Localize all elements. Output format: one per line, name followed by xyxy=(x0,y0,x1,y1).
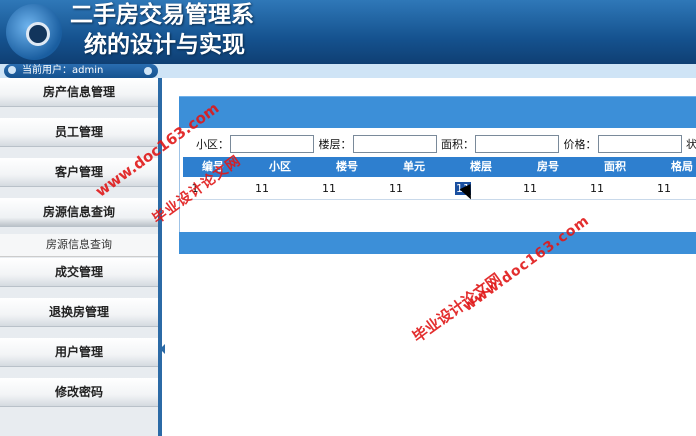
price-input[interactable] xyxy=(597,135,682,153)
col-header[interactable]: 楼层 xyxy=(451,157,511,177)
table-cell: 1 xyxy=(191,182,199,195)
table-row[interactable]: 1 11 11 11 11 11 11 11 xyxy=(183,179,696,200)
table-cell: 11 xyxy=(255,182,269,195)
sidebar-item-deals[interactable]: 成交管理 xyxy=(0,258,158,287)
app-title-line1: 二手房交易管理系 xyxy=(70,1,254,28)
app-logo xyxy=(6,4,62,60)
user-bar-end-icon xyxy=(144,67,152,75)
app-header: 二手房交易管理系 统的设计与实现 xyxy=(0,0,696,64)
panel-footer xyxy=(179,232,696,254)
user-bullet-icon xyxy=(8,66,16,74)
col-header[interactable]: 编号 xyxy=(183,157,243,177)
sidebar-item-customers[interactable]: 客户管理 xyxy=(0,158,158,187)
table-cell: 11 xyxy=(590,182,604,195)
sidebar-item-listing-query[interactable]: 房源信息查询 xyxy=(0,198,158,227)
col-header[interactable]: 楼号 xyxy=(317,157,377,177)
col-header[interactable]: 小区 xyxy=(250,157,310,177)
app-title: 二手房交易管理系 统的设计与实现 xyxy=(70,0,254,60)
app-title-line2: 统的设计与实现 xyxy=(84,31,245,58)
current-user-text: 当前用户：admin xyxy=(22,65,104,76)
results-table-header: 编号 小区 楼号 单元 楼层 房号 面积 格局 xyxy=(183,157,696,177)
sidebar-item-users[interactable]: 用户管理 xyxy=(0,338,158,367)
table-cell: 11 xyxy=(523,182,537,195)
community-input[interactable] xyxy=(230,135,314,153)
current-user-bar: 当前用户：admin xyxy=(4,64,158,78)
logo-mark-icon xyxy=(26,22,50,46)
collapse-arrow-icon[interactable] xyxy=(160,344,165,354)
area-input[interactable] xyxy=(475,135,559,153)
search-bar: 小区： 楼层： 面积： 价格： 状态 xyxy=(196,135,696,155)
table-cell: 11 xyxy=(657,182,671,195)
sidebar-item-staff[interactable]: 员工管理 xyxy=(0,118,158,147)
table-cell: 11 xyxy=(322,182,336,195)
sidebar-item-returns[interactable]: 退换房管理 xyxy=(0,298,158,327)
sidebar-item-property-info[interactable]: 房产信息管理 xyxy=(0,78,158,107)
sidebar-item-change-password[interactable]: 修改密码 xyxy=(0,378,158,407)
table-cell: 11 xyxy=(389,182,403,195)
col-header[interactable]: 面积 xyxy=(585,157,645,177)
sidebar-subitem-listing-query[interactable]: 房源信息查询 xyxy=(0,234,158,257)
sidebar-divider xyxy=(158,78,162,436)
col-header[interactable]: 单元 xyxy=(384,157,444,177)
col-header[interactable]: 房号 xyxy=(518,157,578,177)
price-label: 价格： xyxy=(563,138,597,151)
area-label: 面积： xyxy=(441,138,474,151)
floor-input[interactable] xyxy=(352,135,437,153)
col-header[interactable]: 格局 xyxy=(652,157,696,177)
community-label: 小区： xyxy=(196,138,229,151)
floor-label: 楼层： xyxy=(318,138,352,151)
watermark-cn: 毕业设计论文网 xyxy=(409,269,505,347)
status-label: 状态 xyxy=(686,138,696,151)
panel-header xyxy=(179,96,696,129)
